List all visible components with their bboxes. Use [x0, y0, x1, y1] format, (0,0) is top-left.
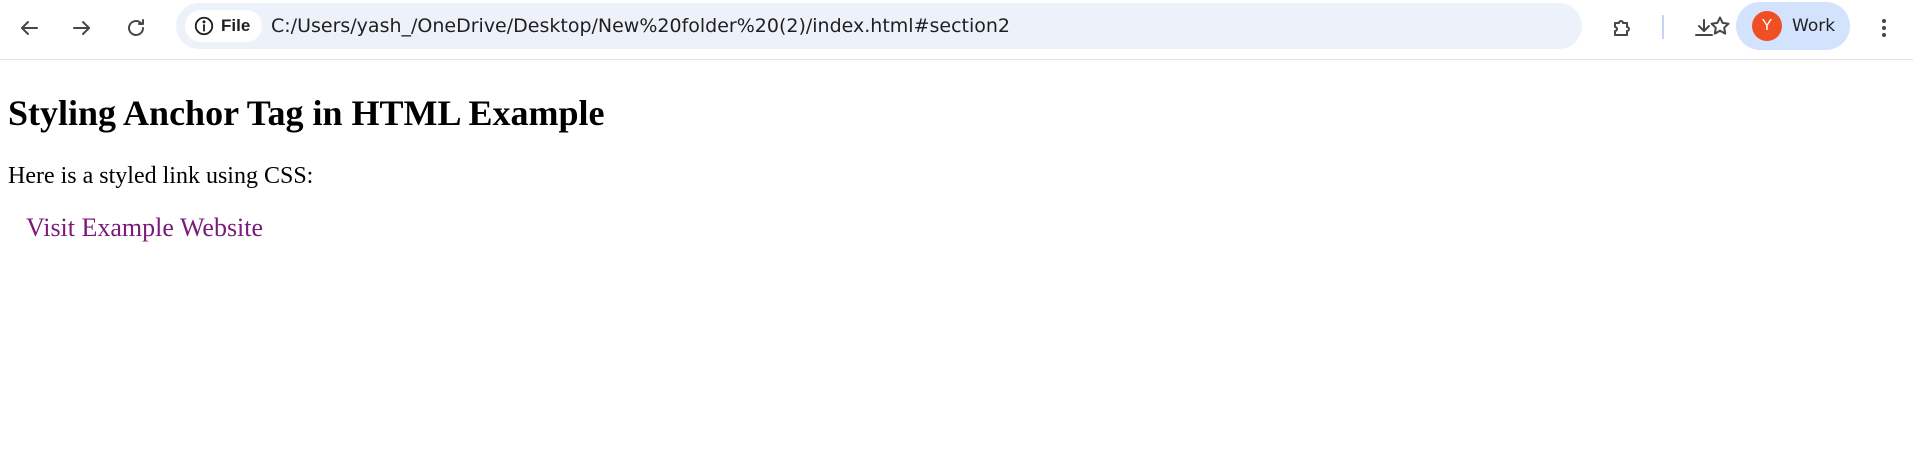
reload-button[interactable]: [118, 10, 154, 46]
kebab-menu-icon: [1882, 19, 1886, 37]
arrow-right-icon: [73, 21, 90, 35]
puzzle-icon: [1614, 20, 1630, 36]
intro-text: Here is a styled link using CSS:: [8, 163, 314, 189]
downloads-button[interactable]: [1686, 10, 1722, 46]
toolbar-divider: [1662, 15, 1664, 39]
visit-example-link[interactable]: Visit Example Website: [26, 213, 263, 243]
address-bar[interactable]: File C:/Users/yash_/OneDrive/Desktop/New…: [176, 3, 1730, 49]
url-text[interactable]: C:/Users/yash_/OneDrive/Desktop/New%20fo…: [271, 3, 1010, 49]
browser-menu-button[interactable]: [1866, 10, 1902, 46]
site-chip-label: File: [221, 16, 251, 35]
download-icon: [1695, 19, 1713, 36]
page-heading: Styling Anchor Tag in HTML Example: [8, 93, 605, 133]
profile-button[interactable]: Y Work: [1736, 2, 1850, 50]
avatar: Y: [1752, 11, 1782, 41]
arrow-left-icon: [21, 21, 38, 35]
info-icon: [194, 16, 214, 36]
site-info-chip[interactable]: File: [185, 10, 263, 42]
back-button[interactable]: [11, 10, 47, 46]
forward-button[interactable]: [64, 10, 100, 46]
profile-name: Work: [1792, 16, 1836, 36]
reload-icon: [128, 19, 144, 36]
browser-toolbar: File C:/Users/yash_/OneDrive/Desktop/New…: [0, 0, 1913, 60]
extensions-button[interactable]: [1604, 10, 1640, 46]
